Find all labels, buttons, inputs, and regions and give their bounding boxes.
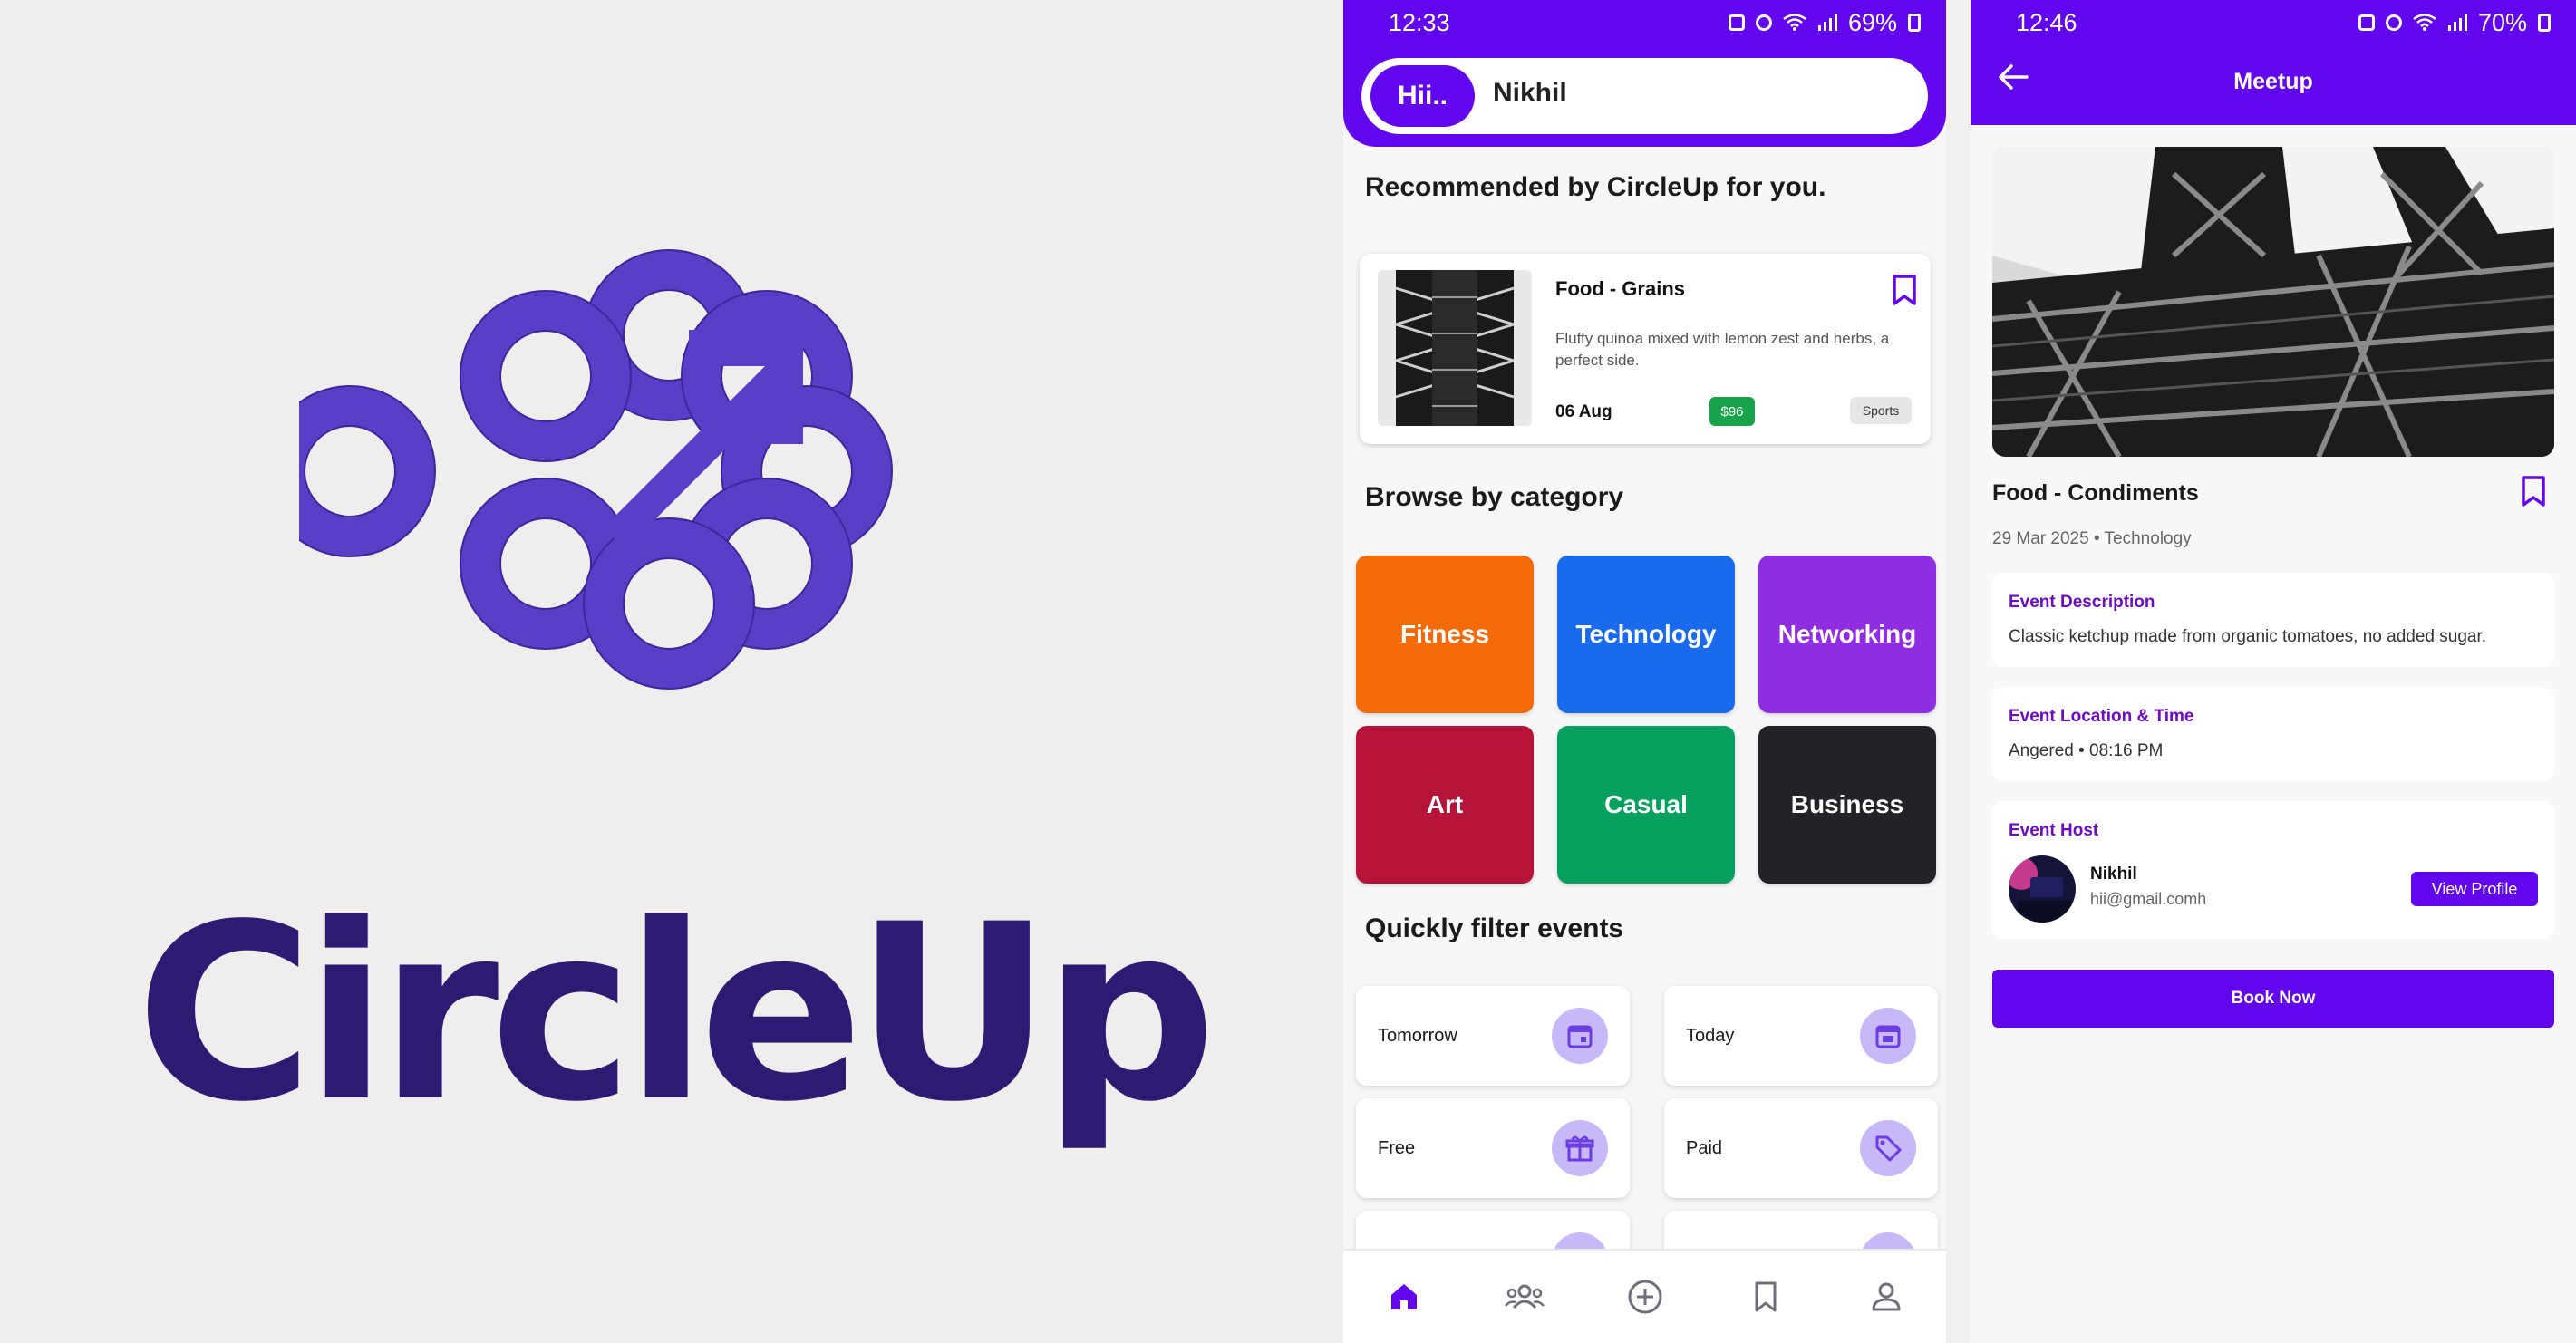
price-badge: $96	[1709, 397, 1755, 426]
event-title: Food - Condiments	[1992, 480, 2199, 506]
recommended-event-card[interactable]: Food - Grains Fluffy quinoa mixed with l…	[1360, 254, 1931, 444]
recommended-heading: Recommended by CircleUp for you.	[1365, 172, 1826, 202]
circle-up-logo-icon	[299, 249, 893, 690]
event-description: Fluffy quinoa mixed with lemon zest and …	[1555, 330, 1890, 369]
notification-icon	[2358, 14, 2375, 31]
filter-label: Tomorrow	[1378, 1026, 1457, 1046]
filter-card-free[interactable]: Free	[1356, 1098, 1630, 1198]
home-icon	[1390, 1284, 1417, 1309]
page-title: Meetup	[2233, 69, 2313, 94]
filter-label: Free	[1378, 1138, 1416, 1158]
greeting-chip: Hii..	[1370, 65, 1475, 127]
battery-percent: 69%	[1847, 8, 1897, 36]
view-profile-button[interactable]: View Profile	[2411, 872, 2538, 906]
home-screen: 12:33 69% Hii.. Nikhil Recommended by Ci…	[1343, 0, 1946, 1343]
avatar[interactable]	[2009, 855, 2076, 923]
filter-heading: Quickly filter events	[1365, 913, 1624, 943]
battery-icon	[2538, 14, 2551, 32]
category-tile-business[interactable]: Business	[1758, 726, 1936, 884]
home-header: 12:33 69% Hii.. Nikhil	[1343, 0, 1946, 147]
profile-icon	[1872, 1282, 1900, 1311]
location-card: Event Location & Time Angered • 08:16 PM	[1992, 687, 2554, 781]
filter-label: Today	[1686, 1026, 1735, 1046]
host-name: Nikhil	[2090, 865, 2137, 884]
status-bar: 12:33 69%	[1343, 0, 1946, 45]
battery-icon	[1908, 14, 1921, 32]
gift-icon	[1565, 1135, 1594, 1162]
battery-percent: 70%	[2477, 8, 2527, 36]
logo-ring	[460, 290, 632, 462]
description-card: Event Description Classic ketchup made f…	[1992, 573, 2554, 667]
host-card: Event Host Nikhil hii@gmail.comh View Pr…	[1992, 801, 2554, 939]
nav-profile[interactable]	[1859, 1270, 1913, 1324]
nav-saved[interactable]	[1738, 1270, 1793, 1324]
category-tag: Sports	[1850, 397, 1912, 424]
browse-heading: Browse by category	[1365, 482, 1624, 512]
event-location-time: Angered • 08:16 PM	[2009, 741, 2164, 760]
category-tile-art[interactable]: Art	[1356, 726, 1534, 884]
event-meta: 29 Mar 2025 • Technology	[1992, 529, 2192, 548]
status-bar: 12:46 70%	[1971, 0, 2576, 45]
user-name: Nikhil	[1493, 78, 1567, 108]
card-heading: Event Host	[2009, 821, 2099, 840]
alarm-icon	[2385, 14, 2402, 31]
event-cover-image	[1992, 147, 2554, 457]
logo-ring	[299, 385, 436, 557]
signal-icon	[1817, 14, 1837, 31]
event-thumbnail	[1378, 270, 1532, 426]
logo-ring	[583, 517, 755, 690]
bookmark-icon[interactable]	[1891, 274, 1918, 306]
bookmark-icon[interactable]	[2520, 475, 2547, 507]
host-email: hii@gmail.comh	[2090, 890, 2207, 908]
book-now-button[interactable]: Book Now	[1992, 970, 2554, 1028]
groups-icon	[1504, 1284, 1545, 1309]
add-circle-icon	[1628, 1280, 1661, 1314]
nav-home[interactable]	[1377, 1270, 1431, 1324]
bookmark-icon	[1755, 1281, 1776, 1312]
card-heading: Event Location & Time	[2009, 707, 2194, 726]
event-description: Classic ketchup made from organic tomato…	[2009, 627, 2487, 646]
calendar-icon	[1567, 1025, 1593, 1048]
category-tile-fitness[interactable]: Fitness	[1356, 556, 1534, 713]
nav-groups[interactable]	[1497, 1270, 1552, 1324]
wifi-icon	[2413, 14, 2436, 31]
category-tile-technology[interactable]: Technology	[1557, 556, 1735, 713]
category-tile-networking[interactable]: Networking	[1758, 556, 1936, 713]
meetup-detail-screen: 12:46 70% Meetup Food - Condiments 29 Ma…	[1971, 0, 2576, 1343]
filter-card-today[interactable]: Today	[1664, 986, 1938, 1086]
bottom-nav	[1343, 1249, 1946, 1343]
notification-icon	[1728, 14, 1745, 31]
event-title: Food - Grains	[1555, 277, 1685, 300]
app-bar: 12:46 70% Meetup	[1971, 0, 2576, 125]
wifi-icon	[1783, 14, 1806, 31]
category-tile-casual[interactable]: Casual	[1557, 726, 1735, 884]
nav-create[interactable]	[1618, 1270, 1672, 1324]
filter-card-paid[interactable]: Paid	[1664, 1098, 1938, 1198]
tag-icon	[1875, 1135, 1902, 1162]
event-date: 06 Aug	[1555, 402, 1612, 421]
card-heading: Event Description	[2009, 593, 2155, 612]
status-time: 12:46	[2016, 8, 2077, 36]
signal-icon	[2447, 14, 2467, 31]
status-time: 12:33	[1389, 8, 1450, 36]
calendar-icon	[1875, 1025, 1901, 1048]
alarm-icon	[1755, 14, 1772, 31]
greeting-bar[interactable]: Hii.. Nikhil	[1356, 53, 1933, 140]
logo-panel: CircleUp	[0, 0, 1343, 1343]
filter-card-tomorrow[interactable]: Tomorrow	[1356, 986, 1630, 1086]
brand-wordmark: CircleUp	[135, 873, 1217, 1155]
filter-label: Paid	[1686, 1138, 1723, 1158]
